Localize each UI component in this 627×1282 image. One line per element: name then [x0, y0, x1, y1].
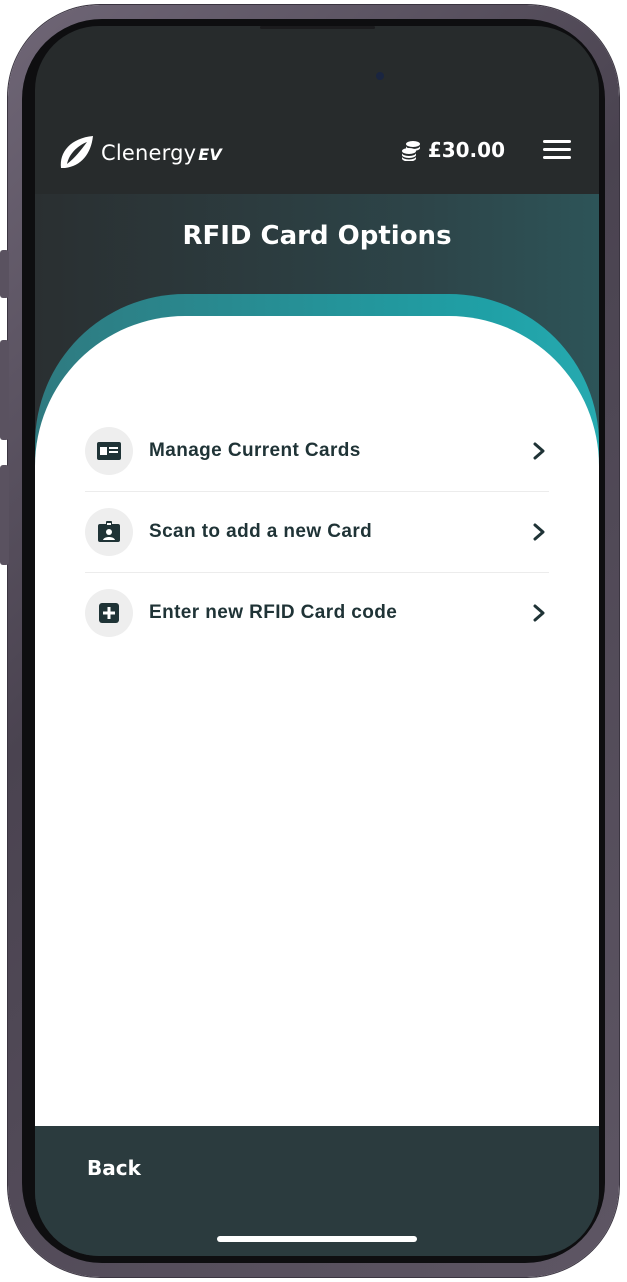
options-list: Manage Current Cards Scan to add a new C… — [85, 411, 549, 653]
balance-amount: £30.00 — [427, 138, 505, 162]
plus-square-icon — [85, 589, 133, 637]
id-card-icon — [85, 427, 133, 475]
option-manage-current-cards[interactable]: Manage Current Cards — [85, 411, 549, 492]
chevron-right-icon — [533, 442, 545, 460]
option-label: Enter new RFID Card code — [149, 602, 398, 623]
id-badge-icon — [85, 508, 133, 556]
chevron-right-icon — [533, 523, 545, 541]
leaf-logo-icon — [60, 136, 93, 168]
back-button[interactable]: Back — [87, 1156, 141, 1180]
options-card: Manage Current Cards Scan to add a new C… — [35, 316, 599, 1126]
clenergy-logo[interactable]: Clenergy EV — [55, 132, 222, 174]
speaker-grille — [260, 26, 375, 29]
logo-wordmark: Clenergy EV — [101, 141, 222, 165]
home-indicator[interactable] — [217, 1236, 417, 1242]
option-label: Manage Current Cards — [149, 440, 361, 461]
hamburger-menu-icon[interactable] — [543, 140, 571, 160]
app-screen: Clenergy EV £30.00 RFID Card Options Man… — [35, 26, 599, 1256]
side-button-volume-down — [0, 465, 9, 565]
chevron-right-icon — [533, 604, 545, 622]
side-button-silent — [0, 250, 9, 298]
side-button-volume-up — [0, 340, 9, 440]
footer-bar: Back — [35, 1126, 599, 1256]
wallet-balance[interactable]: £30.00 — [400, 138, 505, 162]
logo-suffix: EV — [198, 145, 222, 164]
logo-name: Clenergy — [101, 141, 197, 165]
page-title: RFID Card Options — [182, 221, 452, 251]
option-label: Scan to add a new Card — [149, 521, 373, 542]
app-header: Clenergy EV £30.00 — [35, 122, 599, 192]
coins-icon — [401, 141, 420, 161]
option-enter-rfid-code[interactable]: Enter new RFID Card code — [85, 573, 549, 653]
front-camera — [376, 72, 384, 80]
option-scan-new-card[interactable]: Scan to add a new Card — [85, 492, 549, 573]
